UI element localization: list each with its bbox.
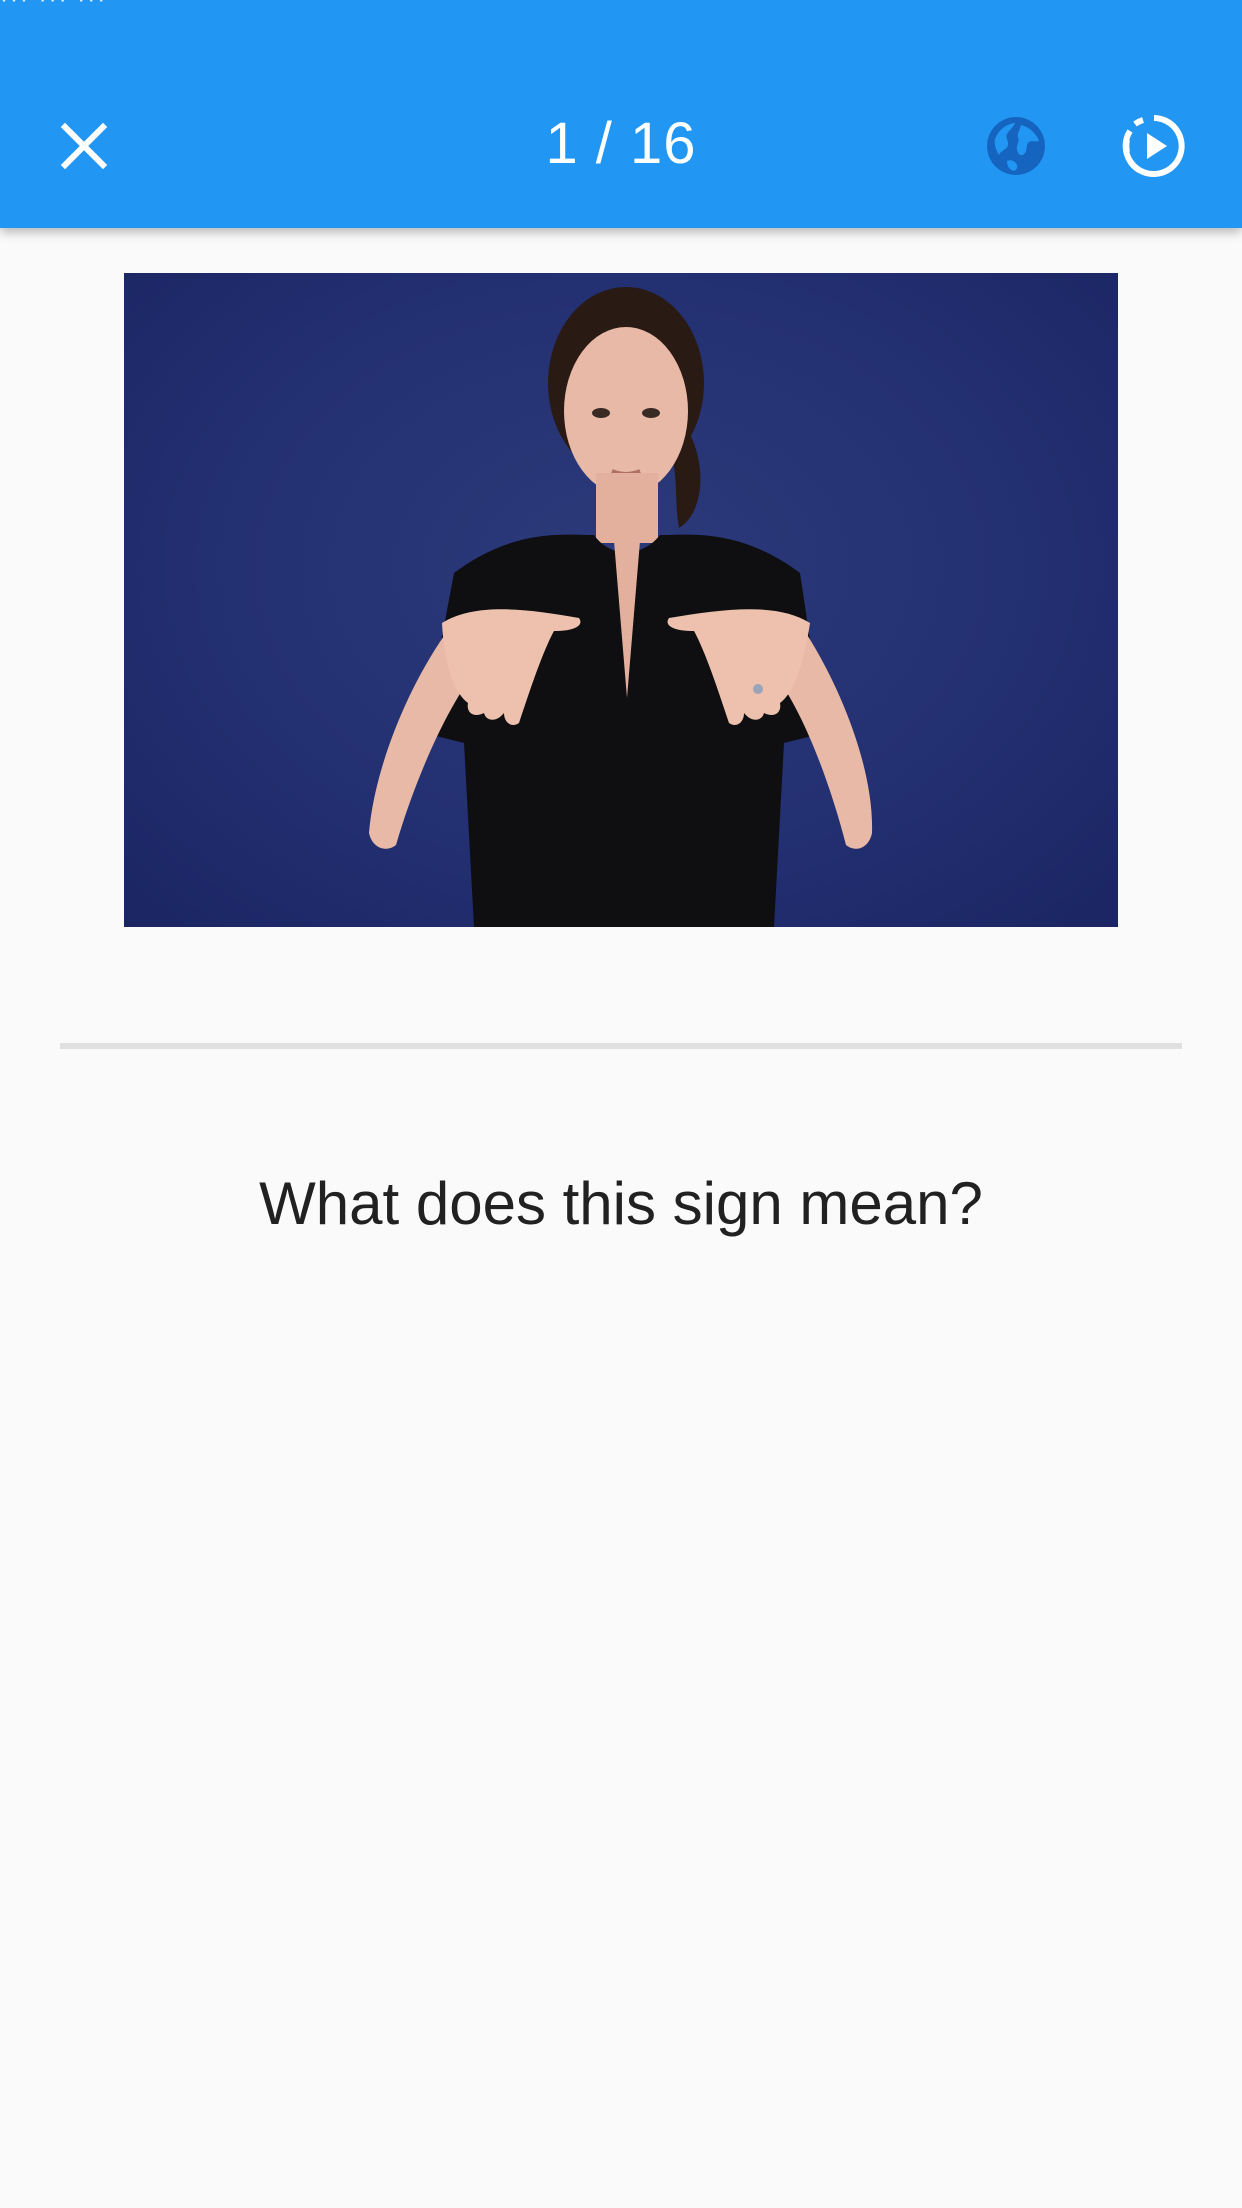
app-bar: ··· ··· ··· 1 / 16 [0,0,1242,228]
autoplay-icon [1122,115,1185,177]
globe-icon [987,117,1045,175]
question-prompt: What does this sign mean? [259,1170,983,1237]
close-button[interactable] [50,112,118,180]
autoplay-button[interactable] [1118,110,1190,182]
signer-figure [369,287,873,927]
close-icon [60,122,108,170]
status-bar-text: ··· ··· ··· [0,0,107,14]
divider [60,1043,1182,1049]
language-button[interactable] [980,110,1052,182]
progress-counter: 1 / 16 [545,111,697,176]
sign-video[interactable] [124,273,1118,927]
